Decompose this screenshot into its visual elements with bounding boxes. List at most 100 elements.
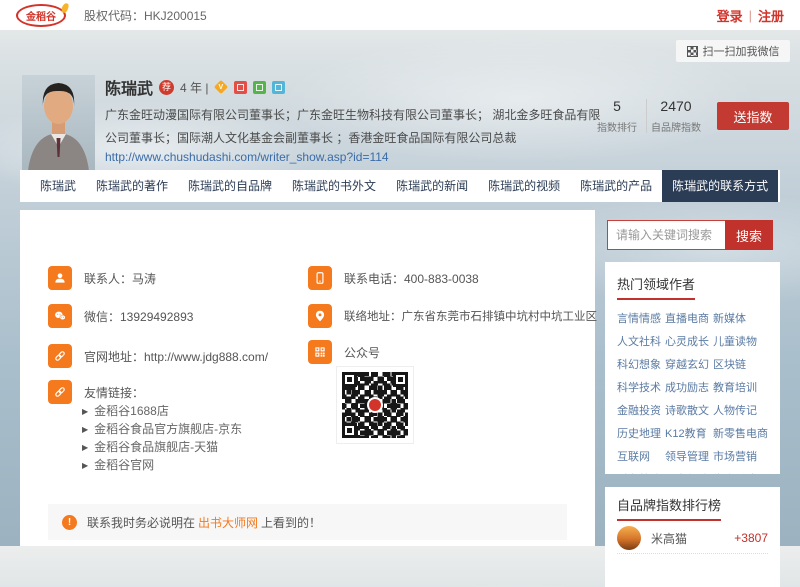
contact-address-item: 联络地址：广东省东莞市石排镇中坑村中坑工业区 — [308, 304, 597, 328]
profile-tab[interactable]: 陈瑞武的视频 — [478, 170, 570, 202]
brand-index-label: 自品牌指数 — [647, 119, 705, 134]
site-logo[interactable]: 金稻谷 — [16, 4, 66, 27]
person-icon — [48, 266, 72, 290]
author-tag[interactable]: 区块链 — [713, 356, 768, 372]
contact-notice-bar: ! 联系我时务必说明在出书大师网上看到的！ — [48, 504, 567, 540]
profile-years: 4 年 | — [180, 79, 208, 96]
contact-card: 联系人：马涛 联系电话：400-883-0038 微信：13929492893 … — [20, 210, 595, 546]
author-tag[interactable]: 科幻想象 — [617, 356, 661, 372]
friend-links-item: 友情链接： — [48, 380, 144, 404]
author-tag[interactable]: 诗歌散文 — [665, 402, 709, 418]
author-tag[interactable]: 教育培训 — [713, 379, 768, 395]
auth-links: 登录 | 注册 — [717, 6, 784, 25]
blue-badge-icon — [272, 81, 285, 94]
index-rank-label: 指数排行 — [588, 119, 646, 134]
friend-links-list: 金稻谷1688店金稻谷食品官方旗舰店-京东金稻谷食品旗舰店-天猫金稻谷官网 — [82, 402, 242, 474]
ranking-delta: +3807 — [734, 531, 768, 545]
qr-finder — [342, 423, 357, 438]
profile-tab[interactable]: 陈瑞武 — [30, 170, 86, 202]
phone-icon — [308, 266, 332, 290]
author-tag[interactable]: 生产采购 — [713, 471, 768, 474]
profile-url-link[interactable]: http://www.chushudashi.com/writer_show.a… — [105, 150, 389, 164]
ranking-author-name[interactable]: 米高猫 — [651, 530, 734, 547]
author-tag[interactable]: 成功励志 — [665, 379, 709, 395]
site-name-link[interactable]: 出书大师网 — [198, 516, 258, 530]
hot-authors-card: 热门领域作者 言情情感直播电商新媒体人文社科心灵成长儿童读物科幻想象穿越玄幻区块… — [605, 262, 780, 474]
profile-photo — [22, 75, 95, 171]
search-input[interactable] — [607, 220, 725, 250]
author-tag[interactable]: 人文社科 — [617, 333, 661, 349]
scan-wechat-button[interactable]: 扫一扫加我微信 — [676, 40, 790, 62]
profile-tab[interactable]: 陈瑞武的书外文 — [282, 170, 386, 202]
friend-link[interactable]: 金稻谷官网 — [82, 456, 242, 474]
friend-links-label: 友情链接： — [84, 384, 144, 401]
contact-website-text[interactable]: 官网地址：http://www.jdg888.com/ — [84, 348, 268, 365]
contact-wechat-text: 微信：13929492893 — [84, 308, 193, 325]
author-tag[interactable]: 市场营销 — [713, 448, 768, 464]
index-rank-value: 5 — [588, 98, 646, 114]
red-badge-icon — [234, 81, 247, 94]
stock-code-label: 股权代码：HKJ200015 — [84, 7, 207, 24]
login-link[interactable]: 登录 — [717, 6, 743, 25]
author-tag[interactable]: 人力行政 — [665, 471, 709, 474]
profile-tab[interactable]: 陈瑞武的自品牌 — [178, 170, 282, 202]
author-tag[interactable]: 互联网 — [617, 448, 661, 464]
send-index-button[interactable]: 送指数 — [717, 102, 789, 130]
official-account-label: 公众号 — [344, 344, 380, 361]
profile-name-row: 陈瑞武 荐 4 年 | V — [105, 78, 285, 96]
brand-index-value: 2470 — [647, 98, 705, 114]
profile-tab[interactable]: 陈瑞武的新闻 — [386, 170, 478, 202]
link-icon — [48, 380, 72, 404]
register-link[interactable]: 注册 — [758, 6, 784, 25]
author-tag[interactable]: 领导管理 — [665, 448, 709, 464]
author-tag[interactable]: 财务战略 — [617, 471, 661, 474]
author-tag[interactable]: 新媒体 — [713, 310, 768, 326]
author-tag[interactable]: 历史地理 — [617, 425, 661, 441]
author-tag[interactable]: 心灵成长 — [665, 333, 709, 349]
qr-finder — [393, 372, 408, 387]
avatar — [617, 526, 641, 550]
ranking-title: 自品牌指数排行榜 — [617, 495, 721, 521]
topbar: 金稻谷 股权代码：HKJ200015 登录 | 注册 — [0, 0, 800, 30]
profile-tab[interactable]: 陈瑞武的产品 — [570, 170, 662, 202]
recommended-badge-icon: 荐 — [159, 80, 174, 95]
friend-link[interactable]: 金稻谷1688店 — [82, 402, 242, 420]
brand-index-ranking-card: 自品牌指数排行榜 米高猫 +3807 — [605, 487, 780, 587]
search-button[interactable]: 搜索 — [725, 220, 773, 250]
scan-wechat-label: 扫一扫加我微信 — [703, 43, 780, 59]
profile-tab[interactable]: 陈瑞武的联系方式 — [662, 170, 778, 202]
ranking-row: 米高猫 +3807 — [617, 526, 768, 554]
author-tag[interactable]: 科学技术 — [617, 379, 661, 395]
friend-link[interactable]: 金稻谷食品官方旗舰店-京东 — [82, 420, 242, 438]
sidebar-search: 搜索 — [607, 220, 773, 250]
author-tag[interactable]: 直播电商 — [665, 310, 709, 326]
qr-finder — [342, 372, 357, 387]
contact-wechat-item: 微信：13929492893 — [48, 304, 193, 328]
profile-description: 广东金旺动漫国际有限公司董事长；广东金旺生物科技有限公司董事长； 湖北金多旺食品… — [105, 104, 600, 150]
author-tag[interactable]: 新零售电商 — [713, 425, 768, 441]
link-icon — [48, 344, 72, 368]
vip-badge-icon: V — [214, 80, 228, 94]
profile-tab[interactable]: 陈瑞武的著作 — [86, 170, 178, 202]
author-tag[interactable]: 人物传记 — [713, 402, 768, 418]
author-tag[interactable]: 穿越玄幻 — [665, 356, 709, 372]
author-tag[interactable]: K12教育 — [665, 425, 709, 441]
friend-link[interactable]: 金稻谷食品旗舰店-天猫 — [82, 438, 242, 456]
qrcode-icon — [308, 340, 332, 364]
stats-block: 5 指数排行 2470 自品牌指数 送指数 — [588, 98, 789, 134]
auth-divider: | — [749, 8, 752, 23]
contact-website-item: 官网地址：http://www.jdg888.com/ — [48, 344, 268, 368]
qr-icon — [687, 46, 698, 57]
author-tag[interactable]: 儿童读物 — [713, 333, 768, 349]
hot-authors-title: 热门领域作者 — [617, 274, 695, 300]
description-line2: 公司董事长；国际潮人文化基金会副董事长 ；香港金旺食品国际有限公司总裁 — [105, 127, 600, 150]
author-tag[interactable]: 金融投资 — [617, 402, 661, 418]
description-line1: 广东金旺动漫国际有限公司董事长；广东金旺生物科技有限公司董事长； 湖北金多旺食品… — [105, 104, 600, 127]
profile-name: 陈瑞武 — [105, 75, 153, 99]
contact-person-item: 联系人：马涛 — [48, 266, 156, 290]
contact-phone-item: 联系电话：400-883-0038 — [308, 266, 479, 290]
brand-index-stat: 2470 自品牌指数 — [647, 98, 705, 134]
hot-author-tags: 言情情感直播电商新媒体人文社科心灵成长儿童读物科幻想象穿越玄幻区块链科学技术成功… — [617, 310, 768, 474]
green-badge-icon — [253, 81, 266, 94]
author-tag[interactable]: 言情情感 — [617, 310, 661, 326]
